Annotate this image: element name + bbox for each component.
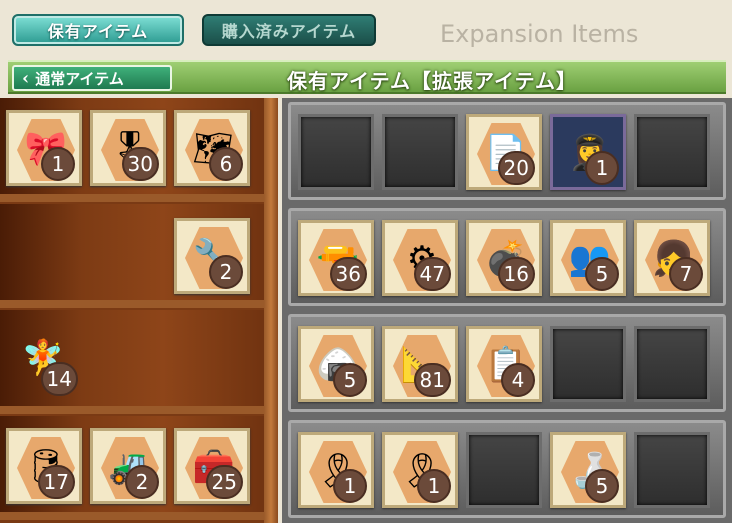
shelf-item-slot[interactable]: 🗺 6 (174, 110, 250, 186)
storage-item-slot[interactable]: 👧 7 (634, 220, 710, 296)
empty-slot (634, 326, 710, 402)
shelf-post (264, 98, 278, 523)
storage-item-slot[interactable]: 🎗 1 (298, 432, 374, 508)
storage-rack: 📄20 👩‍✈️1 🔫36 ⚙47 💣16 👥5 👧7 🍙5 📐81 📋4 🎗1… (282, 98, 732, 523)
item-count: 20 (497, 151, 535, 185)
item-count: 1 (417, 469, 451, 503)
empty-slot (634, 114, 710, 190)
shelf-item-slot[interactable]: 🎀 1 (6, 110, 82, 186)
header-bar: ‹ 通常アイテム 保有アイテム【拡張アイテム】 (8, 60, 726, 94)
item-count: 25 (205, 465, 243, 499)
empty-slot (466, 432, 542, 508)
storage-item-slot[interactable]: 🎗 1 (382, 432, 458, 508)
shelf-item-slot[interactable]: 🎖30 (90, 110, 166, 186)
wooden-shelf: 🎀1 🎖30 🗺6 🔧2 🧚14 🛢17 🚜2 🧰25 (0, 98, 278, 523)
shelf-item-slot[interactable]: 🔧 2 (174, 218, 250, 294)
page-title: 保有アイテム【拡張アイテム】 (287, 69, 577, 93)
item-count: 2 (209, 255, 243, 289)
storage-item-slot[interactable]: 📐81 (382, 326, 458, 402)
item-count: 5 (585, 257, 619, 291)
expansion-items-title: Expansion Items (440, 20, 639, 48)
storage-item-slot[interactable]: 🍶 5 (550, 432, 626, 508)
item-count: 4 (501, 363, 535, 397)
storage-item-slot[interactable]: 👩‍✈️ 1 (550, 114, 626, 190)
empty-slot (382, 114, 458, 190)
shelf-item-slot[interactable]: 🧚 14 (6, 322, 82, 398)
storage-item-slot[interactable]: 📄20 (466, 114, 542, 190)
storage-item-slot[interactable]: 👥 5 (550, 220, 626, 296)
item-count: 5 (585, 469, 619, 503)
storage-item-slot[interactable]: ⚙47 (382, 220, 458, 296)
item-count: 14 (40, 362, 78, 396)
storage-item-slot[interactable]: 📋 4 (466, 326, 542, 402)
item-count: 30 (121, 147, 159, 181)
shelf-item-slot[interactable]: 🚜 2 (90, 428, 166, 504)
tab-purchased-items[interactable]: 購入済みアイテム (202, 14, 376, 46)
storage-item-slot[interactable]: 🔫36 (298, 220, 374, 296)
item-count: 1 (333, 469, 367, 503)
tab-owned-items[interactable]: 保有アイテム (12, 14, 184, 46)
empty-slot (634, 432, 710, 508)
item-count: 6 (209, 147, 243, 181)
item-count: 7 (669, 257, 703, 291)
item-count: 81 (413, 363, 451, 397)
item-count: 36 (329, 257, 367, 291)
storage-item-slot[interactable]: 💣16 (466, 220, 542, 296)
item-count: 2 (125, 465, 159, 499)
storage-item-slot[interactable]: 🍙 5 (298, 326, 374, 402)
item-count: 16 (497, 257, 535, 291)
empty-slot (550, 326, 626, 402)
item-count: 47 (413, 257, 451, 291)
item-count: 17 (37, 465, 75, 499)
empty-slot (298, 114, 374, 190)
shelf-item-slot[interactable]: 🧰25 (174, 428, 250, 504)
shelf-item-slot[interactable]: 🛢17 (6, 428, 82, 504)
item-count: 1 (41, 147, 75, 181)
item-count: 5 (333, 363, 367, 397)
item-count: 1 (585, 151, 619, 185)
